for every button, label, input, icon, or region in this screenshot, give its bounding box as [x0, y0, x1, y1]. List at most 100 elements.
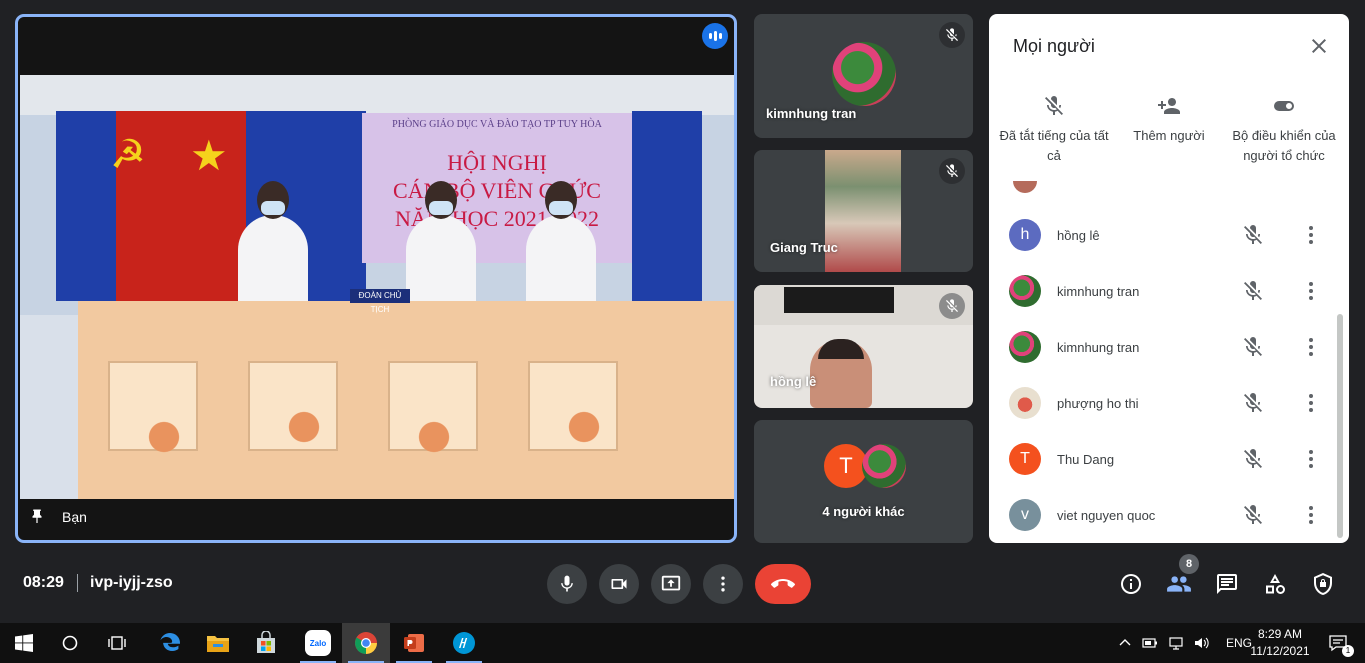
more-vert-icon[interactable]	[1299, 503, 1323, 527]
main-video-tile[interactable]: ☭ ★ PHÒNG GIÁO DỤC VÀ ĐÀO TẠO TP TUY HÒA…	[15, 14, 737, 543]
more-vert-icon[interactable]	[1299, 223, 1323, 247]
close-icon[interactable]	[1307, 34, 1331, 58]
clock-date: 11/12/2021	[1250, 644, 1310, 658]
edge-app[interactable]	[146, 623, 194, 663]
activities-icon	[1266, 574, 1285, 594]
people-icon	[1167, 576, 1191, 592]
presenter-person	[238, 181, 308, 307]
powerpoint-app[interactable]	[390, 623, 438, 663]
participant-tile[interactable]: kimnhung tran	[754, 14, 973, 138]
more-vert-icon[interactable]	[1299, 279, 1323, 303]
list-item[interactable]: phượng ho thi	[1009, 383, 1339, 423]
banner-line: HỘI NGHỊ	[447, 150, 547, 175]
battery-icon[interactable]	[1142, 636, 1158, 650]
list-item[interactable]: v viet nguyen quoc	[1009, 495, 1339, 535]
participant-name: kimnhung tran	[1057, 339, 1140, 355]
camera-button[interactable]	[599, 564, 639, 604]
chevron-up-icon[interactable]	[1118, 636, 1132, 650]
network-icon[interactable]	[1168, 636, 1184, 650]
mic-off-icon	[1045, 96, 1063, 115]
more-vert-icon[interactable]	[1299, 447, 1323, 471]
participant-name: hồng lê	[770, 374, 817, 389]
avatar	[1009, 331, 1041, 363]
scrollbar[interactable]	[1337, 314, 1343, 538]
leave-call-button[interactable]	[755, 564, 811, 604]
hp-app[interactable]	[440, 623, 488, 663]
more-vert-icon[interactable]	[1299, 335, 1323, 359]
hp-icon	[453, 632, 475, 654]
more-options-button[interactable]	[703, 564, 743, 604]
microphone-button[interactable]	[547, 564, 587, 604]
taskbar-clock[interactable]: 8:29 AM 11/12/2021	[1248, 626, 1312, 660]
participant-name: phượng ho thi	[1057, 395, 1139, 411]
presenter-person	[526, 181, 596, 307]
mic-off-icon[interactable]	[1241, 335, 1265, 359]
host-controls-lock-button[interactable]	[1309, 570, 1337, 598]
mute-all-label: Đã tắt tiếng của tất cả	[999, 128, 1109, 163]
more-vert-icon[interactable]	[1299, 391, 1323, 415]
participant-name: viet nguyen quoc	[1057, 507, 1156, 523]
windows-taskbar: Zalo ENG 8:29 AM 11/12/2021 1	[0, 623, 1365, 663]
search-icon	[62, 635, 78, 651]
meeting-code: ivp-iyjj-zso	[90, 574, 173, 591]
start-button[interactable]	[0, 623, 48, 663]
search-button[interactable]	[46, 623, 94, 663]
add-people-button[interactable]: Thêm người	[1114, 94, 1224, 166]
participant-name: kimnhung tran	[1057, 283, 1140, 299]
mic-off-icon	[939, 22, 965, 48]
host-actions: Đã tắt tiếng của tất cả Thêm người Bộ đi…	[999, 94, 1339, 166]
microphone-icon	[561, 575, 573, 592]
mic-off-icon[interactable]	[1241, 223, 1265, 247]
powerpoint-icon	[404, 634, 424, 652]
task-view-icon	[108, 636, 126, 650]
mic-off-icon[interactable]	[1241, 279, 1265, 303]
list-item[interactable]: h hồng lê	[1009, 215, 1339, 255]
list-item[interactable]: T Thu Dang	[1009, 439, 1339, 479]
shield-lock-icon	[1314, 573, 1332, 595]
activities-button[interactable]	[1261, 570, 1289, 598]
participant-tile[interactable]: hồng lê	[754, 285, 973, 408]
file-explorer-app[interactable]	[194, 623, 242, 663]
file-explorer-icon	[207, 636, 229, 652]
present-screen-button[interactable]	[651, 564, 691, 604]
banner-line: PHÒNG GIÁO DỤC VÀ ĐÀO TẠO TP TUY HÒA	[392, 119, 602, 130]
zalo-app[interactable]: Zalo	[294, 623, 342, 663]
task-view-button[interactable]	[94, 623, 142, 663]
windows-logo-icon	[15, 634, 33, 652]
host-controls-button[interactable]: Bộ điều khiển của người tổ chức	[1229, 94, 1339, 166]
chat-icon	[1217, 574, 1237, 594]
others-tile[interactable]: T 4 người khác	[754, 420, 973, 543]
others-count-label: 4 người khác	[822, 504, 905, 519]
chrome-icon	[355, 632, 377, 654]
meeting-details-button[interactable]	[1117, 570, 1145, 598]
mic-off-icon[interactable]	[1241, 391, 1265, 415]
store-app[interactable]	[242, 623, 290, 663]
participant-list: h hồng lê kimnhung tran kimnhung tran ph…	[989, 179, 1349, 543]
store-icon	[257, 631, 275, 653]
mic-off-icon[interactable]	[1241, 503, 1265, 527]
camera-icon	[611, 579, 627, 589]
mute-all-button[interactable]: Đã tắt tiếng của tất cả	[999, 94, 1109, 166]
notifications-button[interactable]: 1	[1318, 623, 1358, 663]
presenter-video: ☭ ★ PHÒNG GIÁO DỤC VÀ ĐÀO TẠO TP TUY HÒA…	[20, 75, 734, 499]
list-item[interactable]: kimnhung tran	[1009, 271, 1339, 311]
people-panel-title: Mọi người	[1013, 36, 1095, 56]
people-button[interactable]	[1165, 570, 1193, 598]
mic-off-icon[interactable]	[1241, 447, 1265, 471]
present-screen-icon	[661, 575, 681, 591]
zalo-label: Zalo	[309, 638, 327, 648]
self-label: Bạn	[62, 509, 87, 525]
list-item[interactable]: kimnhung tran	[1009, 327, 1339, 367]
people-panel: Mọi người Đã tắt tiếng của tất cả Thêm n…	[989, 14, 1349, 543]
participant-tile[interactable]: Giang Truc	[754, 150, 973, 272]
avatar: T	[1009, 443, 1041, 475]
table-cloth	[78, 301, 734, 499]
chat-button[interactable]	[1213, 570, 1241, 598]
mic-off-icon	[939, 158, 965, 184]
chrome-app[interactable]	[342, 623, 390, 663]
avatar	[1009, 387, 1041, 419]
others-avatar	[862, 444, 906, 488]
pin-icon[interactable]	[28, 508, 46, 526]
volume-icon[interactable]	[1194, 636, 1210, 650]
participant-name: hồng lê	[1057, 227, 1100, 243]
